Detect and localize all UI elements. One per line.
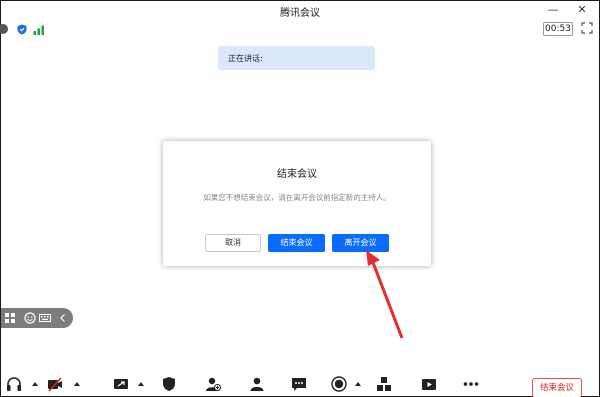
floating-toolbar xyxy=(1,308,73,328)
camera-off-icon[interactable] xyxy=(47,376,63,392)
shield-icon[interactable] xyxy=(17,24,27,35)
speaking-indicator: 正在讲话: xyxy=(218,46,375,70)
meeting-info-bar: 00:53 xyxy=(0,20,599,39)
collapse-arrow-icon[interactable] xyxy=(57,312,69,324)
cancel-button[interactable]: 取消 xyxy=(205,234,261,252)
close-button[interactable]: ✕ xyxy=(572,2,592,18)
headset-icon[interactable] xyxy=(6,376,22,392)
share-screen-icon[interactable] xyxy=(113,376,129,392)
minimize-button[interactable]: — xyxy=(543,2,563,18)
meeting-timer: 00:53 xyxy=(543,22,573,36)
window-title: 腾讯会议 xyxy=(280,8,320,19)
invite-icon[interactable] xyxy=(205,376,221,392)
security-icon[interactable] xyxy=(161,376,177,392)
info-icon[interactable] xyxy=(0,24,8,34)
end-meeting-button[interactable]: 结束会议 xyxy=(532,378,582,397)
record-icon[interactable] xyxy=(331,376,347,392)
title-bar: 腾讯会议 — ✕ xyxy=(1,1,599,20)
members-icon[interactable] xyxy=(249,376,265,392)
signal-icon[interactable] xyxy=(33,24,45,35)
keyboard-icon[interactable] xyxy=(39,312,51,324)
speaking-label: 正在讲话: xyxy=(228,54,263,63)
video-icon[interactable] xyxy=(421,376,437,392)
bottom-toolbar xyxy=(1,372,599,396)
dialog-message: 如果您不想结束会议，请在离开会议前指定新的主持人。 xyxy=(203,193,391,202)
share-options-caret[interactable] xyxy=(138,382,144,386)
grid-layout-icon[interactable] xyxy=(4,312,16,324)
chat-icon[interactable] xyxy=(291,376,307,392)
fullscreen-icon[interactable] xyxy=(581,22,593,34)
record-options-caret[interactable] xyxy=(355,382,361,386)
annotation-arrow-icon xyxy=(366,250,404,339)
audio-options-caret[interactable] xyxy=(32,382,38,386)
apps-icon[interactable] xyxy=(376,376,392,392)
more-icon[interactable] xyxy=(463,376,479,392)
video-options-caret[interactable] xyxy=(74,382,80,386)
dialog-title: 结束会议 xyxy=(277,169,317,180)
end-meeting-for-all-button[interactable]: 结束会议 xyxy=(268,234,325,252)
emoji-icon[interactable] xyxy=(24,312,36,324)
